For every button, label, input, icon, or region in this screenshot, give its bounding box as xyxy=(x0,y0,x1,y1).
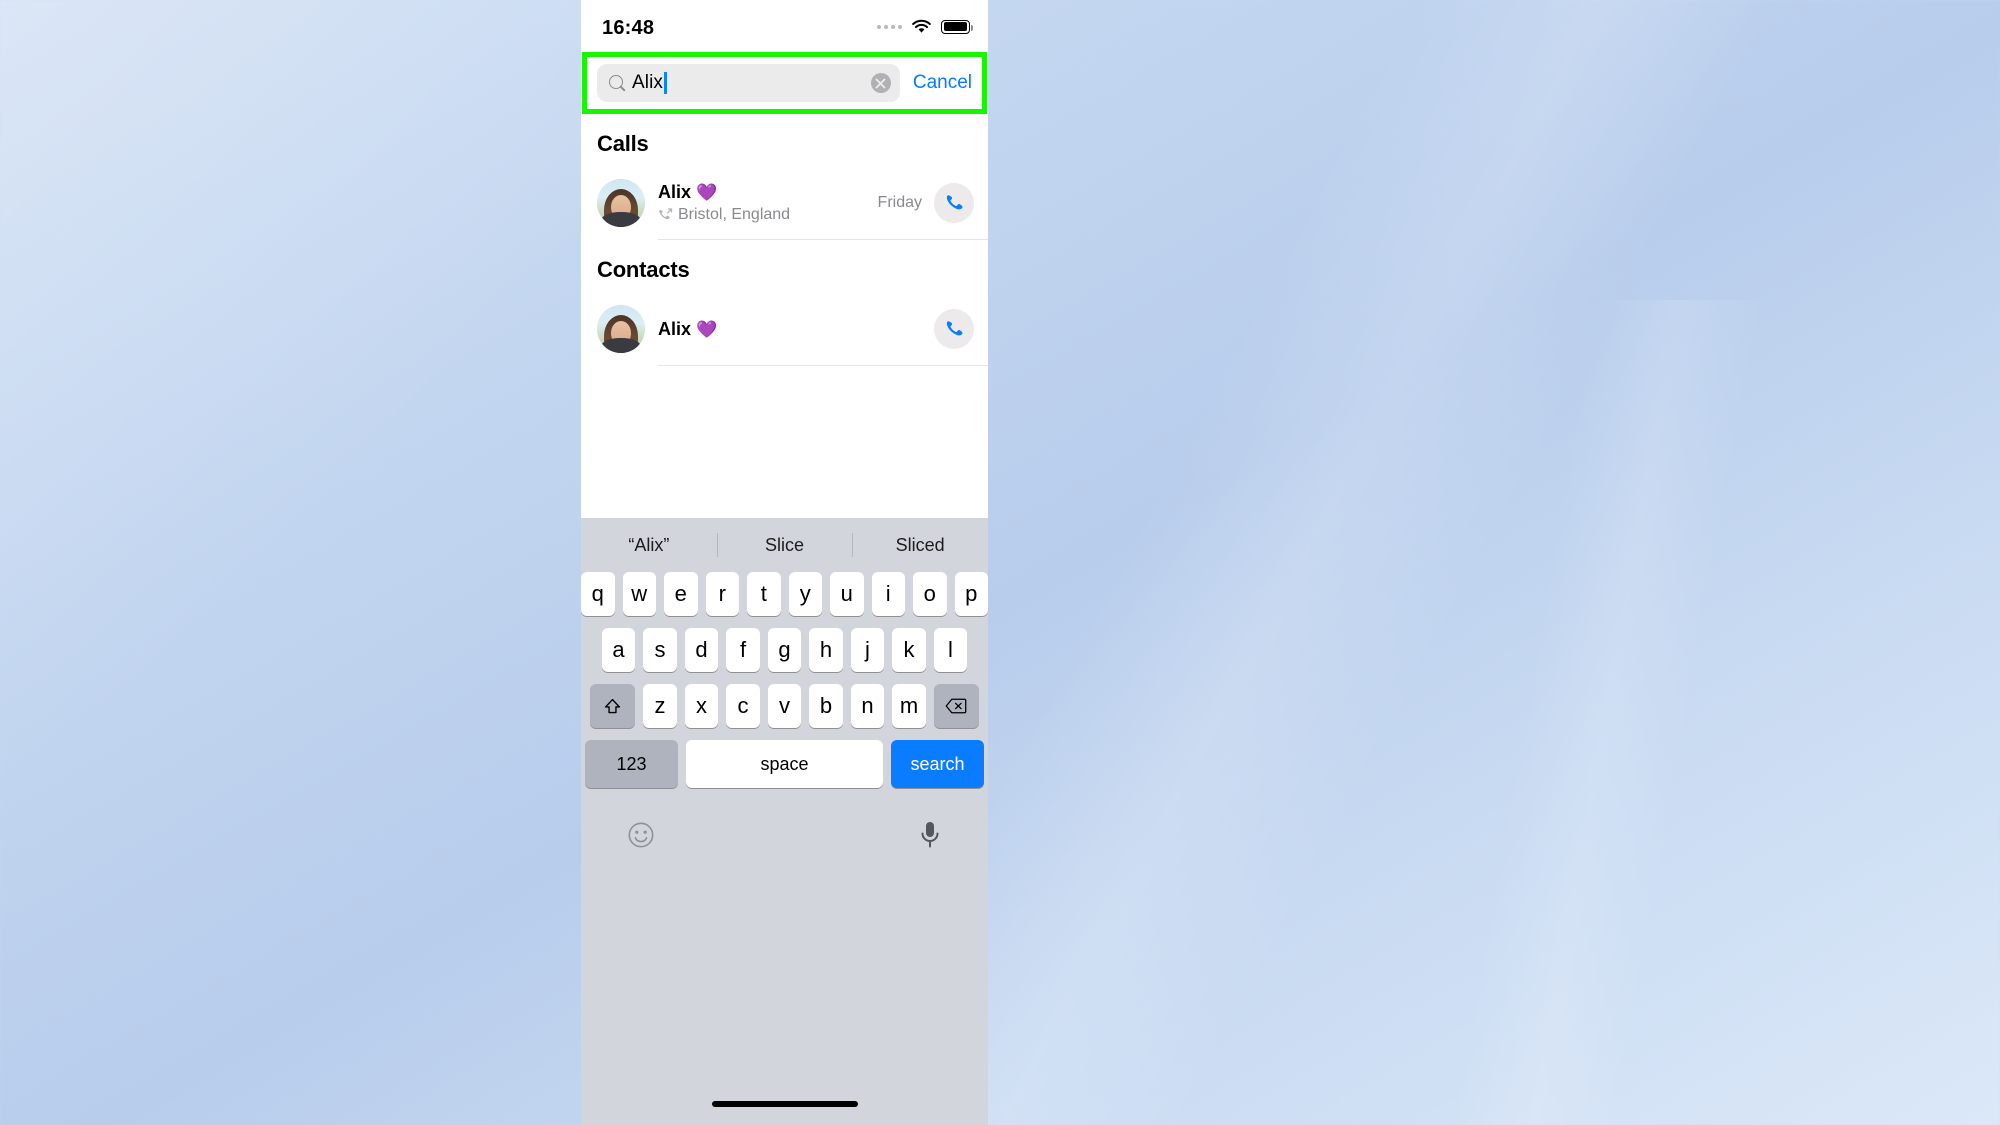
call-row-title: Alix 💜 xyxy=(658,182,878,203)
call-row-subtitle: Bristol, England xyxy=(658,206,878,224)
key-y[interactable]: y xyxy=(788,572,822,616)
key-n[interactable]: n xyxy=(850,684,885,728)
search-results: Calls Alix 💜 Bristol, England Friday Con… xyxy=(581,114,988,518)
search-input[interactable]: Alix xyxy=(597,64,900,102)
microphone-icon[interactable] xyxy=(918,820,942,855)
call-row-location: Bristol, England xyxy=(678,206,791,223)
backspace-key-icon[interactable] xyxy=(933,684,979,728)
space-key[interactable]: space xyxy=(686,740,883,788)
key-x[interactable]: x xyxy=(684,684,719,728)
keyboard: “Alix” Slice Sliced q w e r t y u i o p … xyxy=(581,518,988,1125)
contact-row-name: Alix xyxy=(658,318,692,339)
emoji-key-icon[interactable] xyxy=(627,821,655,854)
key-k[interactable]: k xyxy=(892,628,926,672)
suggestion-2[interactable]: Sliced xyxy=(852,535,988,556)
numbers-key[interactable]: 123 xyxy=(585,740,678,788)
key-a[interactable]: a xyxy=(601,628,636,672)
key-z[interactable]: z xyxy=(643,684,677,728)
key-q[interactable]: q xyxy=(581,572,615,616)
call-row-text: Alix 💜 Bristol, England xyxy=(645,182,878,224)
search-key[interactable]: search xyxy=(891,740,984,788)
call-result-row[interactable]: Alix 💜 Bristol, England Friday xyxy=(581,166,988,240)
home-indicator xyxy=(711,1101,858,1107)
cancel-button[interactable]: Cancel xyxy=(913,72,972,94)
key-m[interactable]: m xyxy=(892,684,926,728)
key-s[interactable]: s xyxy=(643,628,677,672)
key-t[interactable]: t xyxy=(747,572,781,616)
call-row-name: Alix xyxy=(658,182,692,202)
contact-row-title: Alix 💜 xyxy=(658,319,934,340)
call-row-date: Friday xyxy=(877,194,922,211)
status-bar: 16:48 xyxy=(581,0,988,58)
text-caret xyxy=(664,72,667,94)
purple-heart-icon: 💜 xyxy=(696,319,718,339)
avatar xyxy=(597,179,645,227)
key-p[interactable]: p xyxy=(954,572,988,616)
search-bar: Alix Cancel xyxy=(581,52,988,114)
key-f[interactable]: f xyxy=(726,628,760,672)
key-v[interactable]: v xyxy=(767,684,802,728)
shift-key-icon[interactable] xyxy=(590,684,636,728)
keyboard-row-3: z x c v b n m xyxy=(581,684,988,728)
phone-icon[interactable] xyxy=(934,183,974,223)
key-w[interactable]: w xyxy=(622,572,656,616)
search-icon xyxy=(609,74,626,92)
purple-heart-icon: 💜 xyxy=(696,183,718,202)
key-g[interactable]: g xyxy=(767,628,802,672)
signal-dots-icon xyxy=(877,24,902,29)
contact-row-text: Alix 💜 xyxy=(645,319,934,340)
key-e[interactable]: e xyxy=(664,572,698,616)
key-h[interactable]: h xyxy=(809,628,843,672)
outgoing-call-icon xyxy=(658,208,673,222)
suggestion-bar: “Alix” Slice Sliced xyxy=(581,518,988,572)
phone-icon[interactable] xyxy=(934,309,974,349)
key-l[interactable]: l xyxy=(933,628,968,672)
keyboard-row-2: a s d f g h j k l xyxy=(581,628,988,672)
wifi-icon xyxy=(911,19,932,34)
key-i[interactable]: i xyxy=(871,572,905,616)
status-bar-time: 16:48 xyxy=(602,17,655,39)
section-heading-contacts: Contacts xyxy=(597,257,690,282)
contact-result-row[interactable]: Alix 💜 xyxy=(581,292,988,366)
key-r[interactable]: r xyxy=(705,572,739,616)
status-bar-indicators xyxy=(877,19,974,34)
row-divider xyxy=(658,239,988,240)
key-u[interactable]: u xyxy=(830,572,864,616)
key-b[interactable]: b xyxy=(809,684,843,728)
key-j[interactable]: j xyxy=(850,628,885,672)
keyboard-row-1: q w e r t y u i o p xyxy=(581,572,988,616)
suggestion-0[interactable]: “Alix” xyxy=(581,535,717,556)
clear-text-icon[interactable] xyxy=(870,73,891,93)
search-input-value: Alix xyxy=(632,72,664,93)
battery-icon xyxy=(941,19,974,34)
wallpaper-streak-2 xyxy=(1150,300,2000,1125)
row-divider xyxy=(658,365,988,366)
section-heading-calls: Calls xyxy=(597,131,649,156)
avatar xyxy=(597,305,645,353)
keyboard-row-4: 123 space search xyxy=(581,740,988,788)
key-d[interactable]: d xyxy=(684,628,719,672)
keyboard-bottom-bar xyxy=(581,806,988,868)
phone-screen: 16:48 Alix Cancel Calls Alix 💜 Bristol, … xyxy=(581,0,988,1125)
key-o[interactable]: o xyxy=(913,572,947,616)
key-c[interactable]: c xyxy=(726,684,760,728)
suggestion-1[interactable]: Slice xyxy=(717,535,853,556)
